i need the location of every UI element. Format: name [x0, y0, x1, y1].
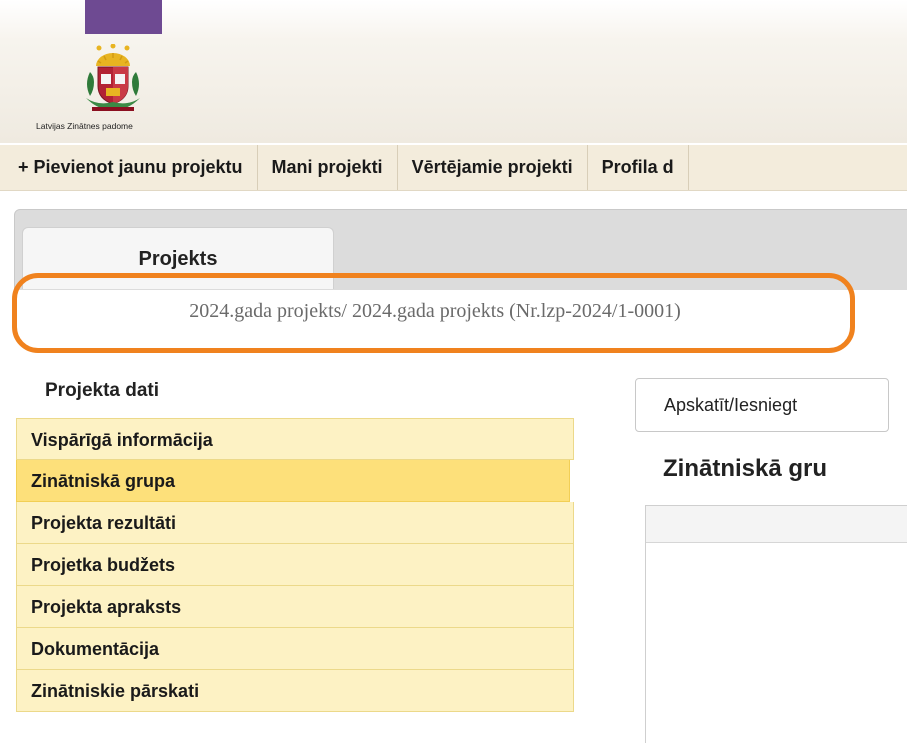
main-navigation: + Pievienot jaunu projektu Mani projekti… — [0, 145, 907, 191]
content-panel-header — [646, 506, 907, 543]
sidebar-item-project-results[interactable]: Projekta rezultāti — [16, 502, 574, 544]
sidebar-heading: Projekta dati — [45, 380, 160, 401]
page: Latvijas Zinātnes padome + Pievienot jau… — [0, 0, 907, 743]
highlight-annotation — [12, 273, 855, 353]
sidebar-item-documentation[interactable]: Dokumentācija — [16, 628, 574, 670]
sidebar-item-project-budget[interactable]: Projetka budžets — [16, 544, 574, 586]
nav-my-projects[interactable]: Mani projekti — [258, 145, 398, 190]
sidebar-item-project-description[interactable]: Projekta apraksts — [16, 586, 574, 628]
sidebar-item-general-info[interactable]: Vispārīgā informācija — [16, 418, 574, 460]
content-panel — [645, 505, 907, 743]
sidebar-menu: Vispārīgā informācija Zinātniskā grupa P… — [16, 418, 574, 712]
brand-color-block — [85, 0, 162, 34]
nav-add-new-project[interactable]: + Pievienot jaunu projektu — [0, 145, 258, 190]
sidebar-item-scientific-group[interactable]: Zinātniskā grupa — [16, 460, 570, 502]
nav-profile-data[interactable]: Profila d — [588, 145, 689, 190]
tab-label: Projekts — [138, 248, 218, 270]
nav-projects-to-evaluate[interactable]: Vērtējamie projekti — [398, 145, 588, 190]
latvian-coat-of-arms-icon[interactable] — [82, 43, 144, 116]
section-title: Zinātniskā gru — [663, 455, 828, 482]
sidebar-item-scientific-reports[interactable]: Zinātniskie pārskati — [16, 670, 574, 712]
logo-caption: Latvijas Zinātnes padome — [36, 121, 133, 131]
view-submit-button[interactable]: Apskatīt/Iesniegt — [635, 378, 889, 432]
